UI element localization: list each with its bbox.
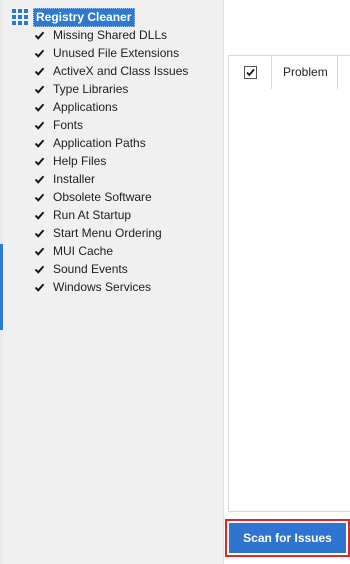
tree-item-checkbox[interactable]	[34, 156, 45, 167]
checkmark-icon	[34, 157, 45, 166]
grid-icon	[12, 9, 28, 25]
checkmark-icon	[34, 283, 45, 292]
left-edge-accent	[0, 244, 3, 330]
tree-item[interactable]: Windows Services	[34, 278, 188, 296]
checkmark-icon	[34, 211, 45, 220]
tree-item-label: MUI Cache	[53, 244, 114, 258]
checkmark-icon	[34, 49, 45, 58]
checkmark-icon	[34, 265, 45, 274]
tree-item[interactable]: Installer	[34, 170, 188, 188]
tree-item-checkbox[interactable]	[34, 264, 45, 275]
tree-item-checkbox[interactable]	[34, 228, 45, 239]
tree-item-label: Installer	[53, 172, 96, 186]
tree-root-label: Registry Cleaner	[33, 7, 136, 27]
tree-item-label: Application Paths	[53, 136, 146, 150]
tree-item-checkbox[interactable]	[34, 246, 45, 257]
checkmark-icon	[34, 103, 45, 112]
checkmark-icon	[34, 229, 45, 238]
scan-button-highlight: Scan for Issues	[225, 519, 350, 557]
tree-item[interactable]: Unused File Extensions	[34, 44, 188, 62]
checkmark-icon	[34, 121, 45, 130]
tree-item-list: Missing Shared DLLs Unused File Extension…	[34, 26, 188, 296]
checkmark-icon	[34, 67, 45, 76]
tree-item-checkbox[interactable]	[34, 174, 45, 185]
tree-item-checkbox[interactable]	[34, 210, 45, 221]
tree-item-label: Applications	[53, 100, 118, 114]
column-separator[interactable]	[337, 56, 338, 89]
tree-item[interactable]: Help Files	[34, 152, 188, 170]
tree-item-label: ActiveX and Class Issues	[53, 64, 189, 78]
checkmark-icon	[245, 68, 255, 77]
tree-item-label: Fonts	[53, 118, 84, 132]
checkmark-icon	[34, 85, 45, 94]
tree-item-checkbox[interactable]	[34, 48, 45, 59]
tree-item-label: Obsolete Software	[53, 190, 152, 204]
tree-item[interactable]: Sound Events	[34, 260, 188, 278]
checkmark-icon	[34, 175, 45, 184]
tree-item-checkbox[interactable]	[34, 138, 45, 149]
tree-item-label: Help Files	[53, 154, 107, 168]
column-header-problem[interactable]: Problem	[283, 56, 328, 89]
results-table-body[interactable]	[228, 89, 350, 512]
tree-item[interactable]: Fonts	[34, 116, 188, 134]
select-all-checkbox[interactable]	[243, 66, 257, 79]
scan-for-issues-button[interactable]: Scan for Issues	[229, 523, 346, 553]
tree-item[interactable]: MUI Cache	[34, 242, 188, 260]
tree-item-checkbox[interactable]	[34, 282, 45, 293]
tree-item-checkbox[interactable]	[34, 66, 45, 77]
tree-item-checkbox[interactable]	[34, 120, 45, 131]
tree-item-label: Missing Shared DLLs	[53, 28, 168, 42]
category-tree-panel: Registry Cleaner Missing Shared DLLs Unus…	[0, 0, 224, 564]
tree-root-registry-cleaner[interactable]: Registry Cleaner	[12, 7, 136, 27]
tree-item-checkbox[interactable]	[34, 84, 45, 95]
tree-item-checkbox[interactable]	[34, 192, 45, 203]
checkmark-icon	[34, 31, 45, 40]
checkmark-icon	[34, 247, 45, 256]
checkmark-icon	[34, 139, 45, 148]
tree-item[interactable]: ActiveX and Class Issues	[34, 62, 188, 80]
tree-item[interactable]: Missing Shared DLLs	[34, 26, 188, 44]
tree-item-label: Run At Startup	[53, 208, 132, 222]
tree-item-label: Start Menu Ordering	[53, 226, 162, 240]
tree-item[interactable]: Application Paths	[34, 134, 188, 152]
tree-item-checkbox[interactable]	[34, 30, 45, 41]
tree-item[interactable]: Obsolete Software	[34, 188, 188, 206]
select-all-cell	[229, 56, 272, 89]
app-window: Registry Cleaner Missing Shared DLLs Unus…	[0, 0, 350, 564]
tree-item-checkbox[interactable]	[34, 102, 45, 113]
tree-item[interactable]: Applications	[34, 98, 188, 116]
tree-item-label: Windows Services	[53, 280, 152, 294]
tree-item[interactable]: Start Menu Ordering	[34, 224, 188, 242]
tree-item[interactable]: Run At Startup	[34, 206, 188, 224]
tree-item-label: Unused File Extensions	[53, 46, 180, 60]
results-table-header: Problem	[228, 55, 350, 90]
tree-item-label: Type Libraries	[53, 82, 129, 96]
tree-item-label: Sound Events	[53, 262, 128, 276]
checkmark-icon	[34, 193, 45, 202]
tree-item[interactable]: Type Libraries	[34, 80, 188, 98]
